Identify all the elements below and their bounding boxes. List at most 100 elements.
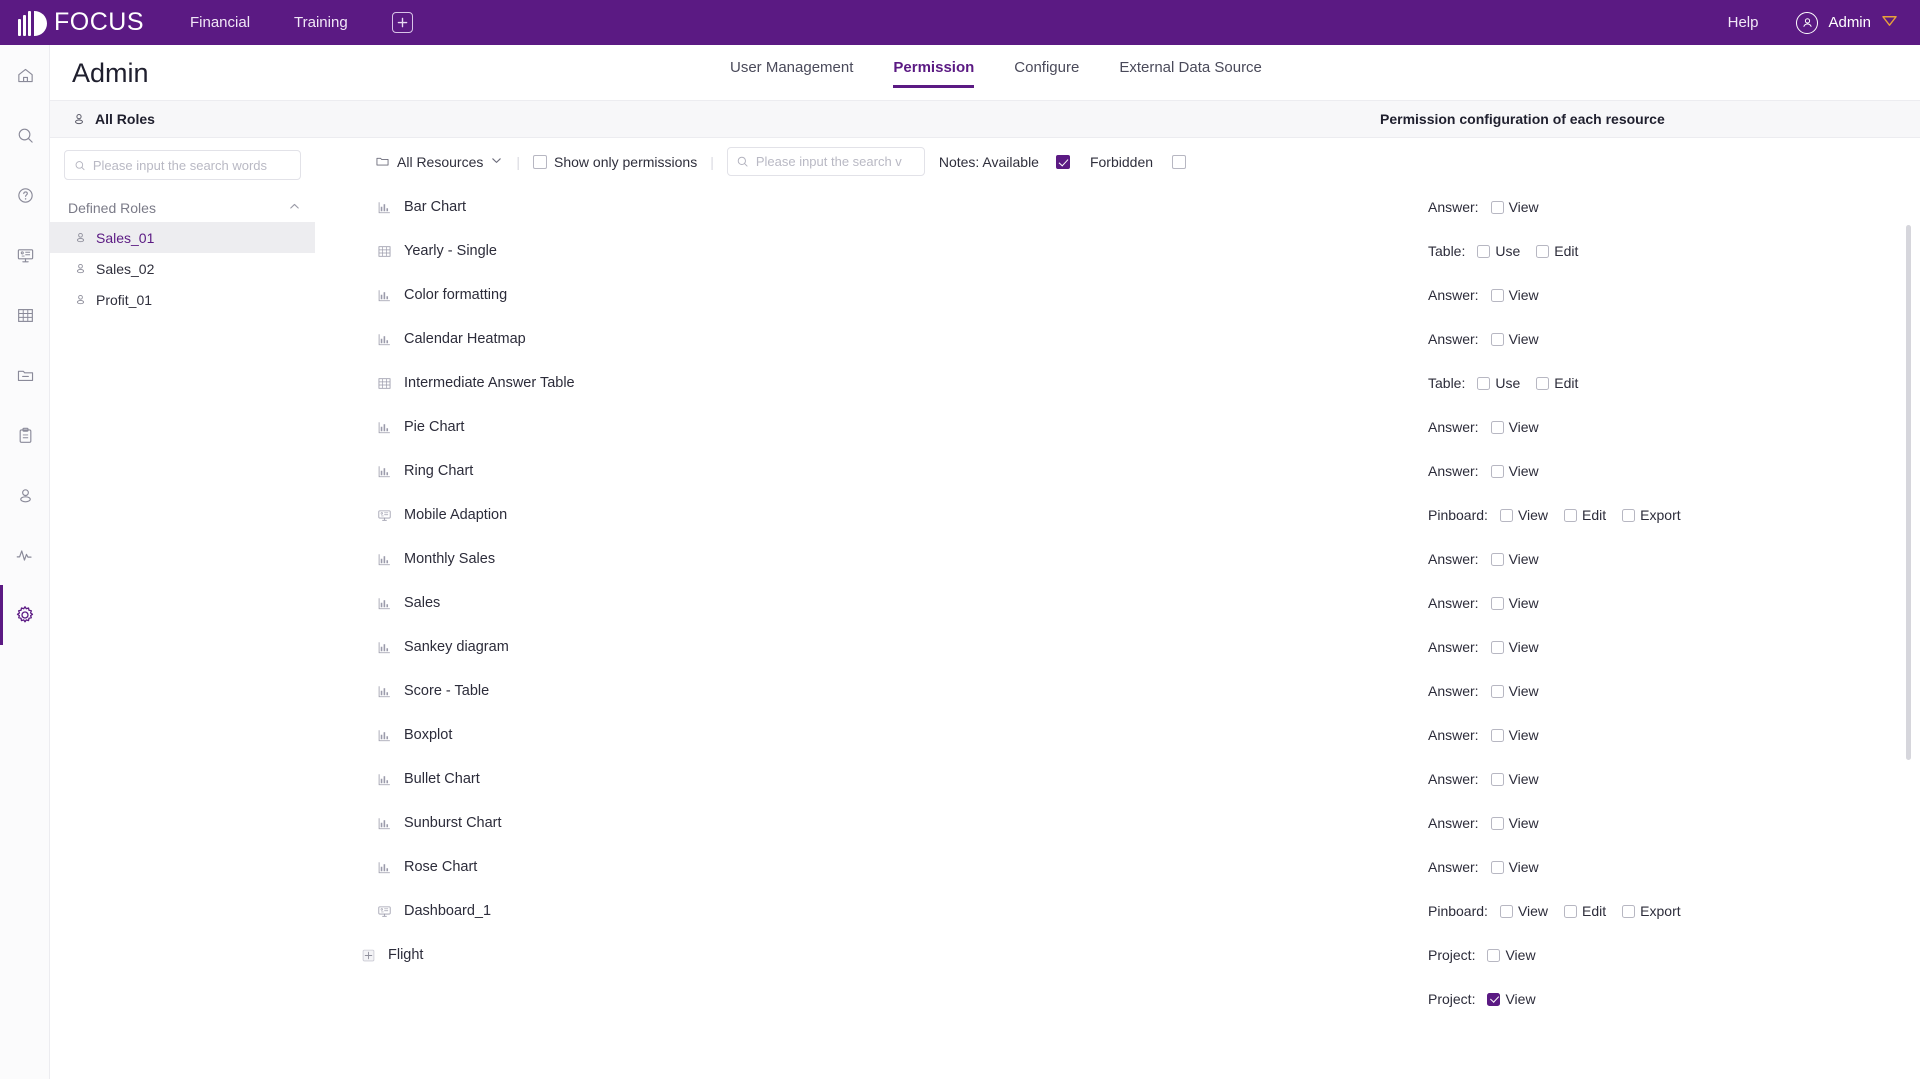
rail-item-folder[interactable] — [0, 345, 50, 405]
expand-plus-icon[interactable] — [361, 948, 376, 963]
table-row[interactable]: Sunburst Chart Answer: View — [315, 801, 1920, 845]
permission-option[interactable]: View — [1487, 991, 1536, 1007]
permission-option[interactable]: View — [1499, 507, 1548, 523]
tab-external-data-source[interactable]: External Data Source — [1099, 59, 1282, 88]
permission-checkbox[interactable] — [1622, 904, 1636, 918]
rail-item-help[interactable] — [0, 165, 50, 225]
rail-item-pinboard[interactable] — [0, 225, 50, 285]
permission-checkbox[interactable] — [1490, 420, 1504, 434]
table-row[interactable]: Mobile Adaption Pinboard: View Edit Export — [315, 493, 1920, 537]
permission-option[interactable]: Edit — [1536, 375, 1578, 391]
permission-option[interactable]: View — [1490, 199, 1539, 215]
permission-checkbox[interactable] — [1490, 464, 1504, 478]
resource-scope-select[interactable]: All Resources — [375, 154, 503, 170]
show-only-permissions-checkbox[interactable] — [533, 154, 548, 169]
permission-checkbox[interactable] — [1490, 684, 1504, 698]
user-name[interactable]: Admin — [1828, 14, 1871, 31]
table-row[interactable]: Boxplot Answer: View — [315, 713, 1920, 757]
brand-logo[interactable]: FOCUS — [18, 8, 168, 37]
permission-option[interactable]: View — [1490, 727, 1539, 743]
permission-option[interactable]: View — [1490, 859, 1539, 875]
permission-checkbox[interactable] — [1490, 728, 1504, 742]
nav-item-financial[interactable]: Financial — [168, 0, 272, 45]
rail-item-tables[interactable] — [0, 285, 50, 345]
permission-option[interactable]: Export — [1622, 903, 1681, 919]
permission-option[interactable]: View — [1490, 463, 1539, 479]
rail-item-search[interactable] — [0, 105, 50, 165]
permission-checkbox[interactable] — [1499, 904, 1513, 918]
avatar[interactable] — [1796, 11, 1819, 34]
permission-option[interactable]: View — [1490, 287, 1539, 303]
table-row[interactable]: Score - Table Answer: View — [315, 669, 1920, 713]
rail-item-users[interactable] — [0, 465, 50, 525]
permission-checkbox[interactable] — [1490, 772, 1504, 786]
permission-option[interactable]: View — [1490, 771, 1539, 787]
show-only-permissions-toggle[interactable]: Show only permissions — [533, 154, 697, 170]
resource-search-input[interactable] — [755, 154, 916, 169]
table-row[interactable]: Dashboard_1 Pinboard: View Edit Export — [315, 889, 1920, 933]
permission-option[interactable]: Edit — [1564, 903, 1606, 919]
table-row[interactable]: Intermediate Answer Table Table: Use Edit — [315, 361, 1920, 405]
permission-checkbox[interactable] — [1536, 244, 1550, 258]
permission-checkbox[interactable] — [1490, 596, 1504, 610]
table-row[interactable]: Color formatting Answer: View — [315, 273, 1920, 317]
role-item-sales-02[interactable]: Sales_02 — [50, 253, 315, 284]
add-tab-button[interactable] — [391, 12, 413, 33]
table-row[interactable]: Yearly - Single Table: Use Edit — [315, 229, 1920, 273]
permission-checkbox[interactable] — [1477, 244, 1491, 258]
permission-option[interactable]: View — [1499, 903, 1548, 919]
role-search-box[interactable] — [64, 150, 301, 180]
help-link[interactable]: Help — [1728, 14, 1759, 31]
role-item-sales-01[interactable]: Sales_01 — [50, 222, 315, 253]
tab-user-management[interactable]: User Management — [710, 59, 873, 88]
permission-option[interactable]: Use — [1477, 375, 1520, 391]
permission-checkbox[interactable] — [1490, 552, 1504, 566]
permission-checkbox[interactable] — [1487, 948, 1501, 962]
permission-option[interactable]: Edit — [1564, 507, 1606, 523]
table-row[interactable]: Flight Project: View — [315, 933, 1920, 977]
permission-checkbox[interactable] — [1490, 860, 1504, 874]
permission-checkbox[interactable] — [1490, 200, 1504, 214]
rail-item-settings[interactable] — [0, 585, 50, 645]
permission-option[interactable]: View — [1490, 551, 1539, 567]
table-row[interactable]: Calendar Heatmap Answer: View — [315, 317, 1920, 361]
permission-option[interactable]: View — [1490, 419, 1539, 435]
defined-roles-group-header[interactable]: Defined Roles — [50, 194, 315, 222]
table-row[interactable]: Rose Chart Answer: View — [315, 845, 1920, 889]
table-row[interactable]: Sales Answer: View — [315, 581, 1920, 625]
permission-option[interactable]: View — [1490, 331, 1539, 347]
table-row[interactable]: Pie Chart Answer: View — [315, 405, 1920, 449]
role-item-profit-01[interactable]: Profit_01 — [50, 284, 315, 315]
table-row[interactable]: Bar Chart Answer: View — [315, 185, 1920, 229]
table-row[interactable]: Bullet Chart Answer: View — [315, 757, 1920, 801]
permission-checkbox[interactable] — [1564, 508, 1578, 522]
table-row[interactable]: Monthly Sales Answer: View — [315, 537, 1920, 581]
permission-option[interactable]: View — [1490, 639, 1539, 655]
vertical-scrollbar[interactable] — [1906, 225, 1911, 760]
permission-option[interactable]: Use — [1477, 243, 1520, 259]
permission-option[interactable]: View — [1490, 815, 1539, 831]
role-search-input[interactable] — [92, 157, 291, 173]
table-row[interactable]: Ring Chart Answer: View — [315, 449, 1920, 493]
permission-checkbox[interactable] — [1477, 376, 1491, 390]
table-row[interactable]: Sankey diagram Answer: View — [315, 625, 1920, 669]
permission-checkbox[interactable] — [1536, 376, 1550, 390]
permission-checkbox[interactable] — [1564, 904, 1578, 918]
permission-checkbox[interactable] — [1490, 816, 1504, 830]
rail-item-monitoring[interactable] — [0, 525, 50, 585]
permission-option[interactable]: View — [1490, 595, 1539, 611]
tab-permission[interactable]: Permission — [873, 59, 994, 88]
permission-option[interactable]: Export — [1622, 507, 1681, 523]
resource-search-box[interactable] — [726, 147, 925, 176]
rail-item-home[interactable] — [0, 45, 50, 105]
permission-checkbox[interactable] — [1490, 332, 1504, 346]
tab-configure[interactable]: Configure — [994, 59, 1099, 88]
rail-item-clipboard[interactable] — [0, 405, 50, 465]
expand-plus-icon[interactable] — [361, 948, 376, 963]
nav-item-training[interactable]: Training — [272, 0, 370, 45]
permission-checkbox[interactable] — [1622, 508, 1636, 522]
permission-checkbox[interactable] — [1499, 508, 1513, 522]
permission-option[interactable]: View — [1487, 947, 1536, 963]
permission-checkbox[interactable] — [1490, 640, 1504, 654]
permission-checkbox[interactable] — [1490, 288, 1504, 302]
